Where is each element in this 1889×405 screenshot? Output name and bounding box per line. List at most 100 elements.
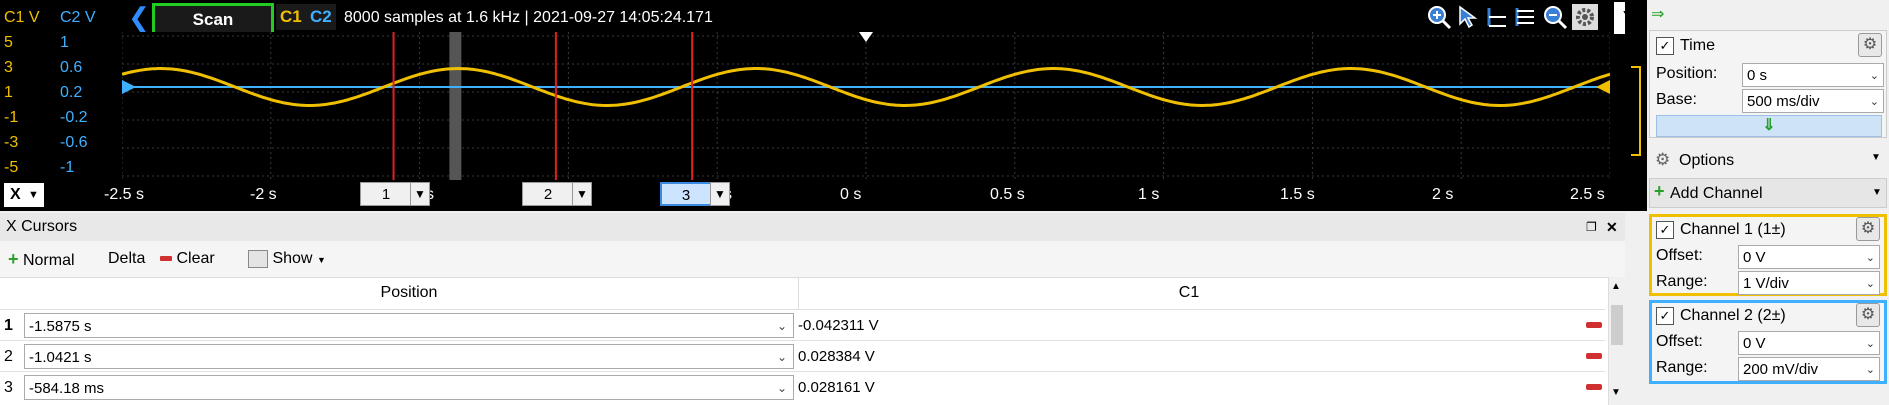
zoom-icon[interactable] [1426, 4, 1452, 30]
c2-axis-tick: -0.2 [60, 109, 88, 126]
add-channel-button[interactable]: + Add Channel ▼ [1649, 178, 1887, 208]
table-row: 2 -1.0421 s ⌄ 0.028384 V [0, 340, 1605, 372]
apply-down-arrow-icon[interactable]: ⇓ [1656, 115, 1882, 137]
minus-icon [160, 256, 172, 262]
chevron-down-icon: ⌄ [1869, 96, 1879, 108]
undock-icon[interactable]: ❐ [1586, 213, 1597, 241]
channel-2-section: ✓ Channel 2 (2±) ⚙ Offset: 0 V ⌄ Range: 2… [1649, 300, 1887, 384]
position-value: -584.18 ms [29, 380, 105, 397]
x-tick-label: -2.5 s [104, 186, 145, 203]
channel-1-checkbox[interactable]: ✓ [1656, 221, 1674, 239]
chevron-up-icon[interactable]: ▲ [1611, 281, 1621, 292]
chevron-down-icon[interactable]: ▼ [572, 182, 592, 206]
position-header[interactable]: Position [24, 277, 794, 309]
c2-axis-tick: 0.2 [60, 84, 83, 101]
channel-2-checkbox[interactable]: ✓ [1656, 307, 1674, 325]
chevron-down-icon[interactable]: ▼ [710, 182, 730, 206]
x-tick-label: 1 s [1138, 186, 1160, 203]
table-row: 3 -584.18 ms ⌄ 0.028161 V [0, 371, 1605, 403]
channel-1-title: Channel 1 (1±) [1680, 221, 1786, 238]
grid-icon[interactable] [1512, 4, 1538, 30]
c1-axis: C1 V 5 3 1 -1 -3 -5 [4, 5, 40, 180]
delta-button[interactable]: Delta [108, 241, 145, 277]
time-checkbox[interactable]: ✓ [1656, 37, 1674, 55]
x-tick-label: 2 s [1432, 186, 1454, 203]
scrollbar-thumb[interactable] [1611, 305, 1623, 345]
gear-icon[interactable]: ⚙ [1856, 303, 1880, 327]
time-base-value: 500 ms/div [1747, 93, 1820, 110]
clear-button[interactable]: Clear [160, 241, 215, 277]
c2-axis: C2 V 1 0.6 0.2 -0.2 -0.6 -1 [60, 5, 96, 180]
show-button[interactable]: Show ▼ [248, 241, 326, 278]
gear-icon[interactable]: ⚙ [1858, 33, 1882, 57]
range-label: Range: [1656, 359, 1708, 376]
chevron-down-icon[interactable]: ⌄ [777, 345, 787, 370]
channel-1-offset-select[interactable]: 0 V ⌄ [1738, 245, 1880, 269]
x-tick-label: 0.5 s [990, 186, 1025, 203]
show-label: Show [272, 250, 313, 267]
remove-cursor-button[interactable] [1586, 322, 1602, 328]
x-axis-button[interactable]: X ▼ [4, 183, 44, 207]
c1-value: 0.028161 V [798, 379, 875, 396]
c2-axis-tick: 0.6 [60, 59, 83, 76]
chevron-down-icon[interactable]: ⌄ [777, 314, 787, 339]
align-icon[interactable] [1484, 4, 1510, 30]
search-icon[interactable] [1542, 4, 1568, 30]
vertical-scrollbar[interactable]: ▲ ▼ [1608, 277, 1626, 405]
channel-1-range-value: 1 V/div [1743, 275, 1789, 292]
c1-tag[interactable]: C1 [276, 4, 306, 30]
options-row[interactable]: ⚙ Options ▼ [1649, 146, 1887, 176]
marker-band [449, 32, 462, 180]
time-position-select[interactable]: 0 s ⌄ [1742, 63, 1884, 87]
normal-button[interactable]: + Normal [8, 241, 75, 279]
c2-tag[interactable]: C2 [306, 4, 336, 30]
c2-axis-tick: 1 [60, 34, 69, 51]
range-label: Range: [1656, 273, 1708, 290]
cursor-1-selector[interactable]: 1 [360, 182, 412, 206]
chevron-down-icon: ⌄ [1869, 70, 1879, 82]
chevron-down-icon: ▼ [1872, 187, 1882, 198]
cursor-icon[interactable] [1456, 4, 1482, 30]
gear-icon: ⚙ [1655, 150, 1671, 169]
position-field[interactable]: -1.0421 s ⌄ [24, 344, 794, 369]
chevron-down-icon: ▼ [316, 255, 326, 265]
offset-label: Offset: [1656, 247, 1703, 264]
channel-2-range-select[interactable]: 200 mV/div ⌄ [1738, 357, 1880, 381]
offset-label: Offset: [1656, 333, 1703, 350]
c1-axis-title: C1 V [4, 9, 40, 26]
chevron-down-icon: ▼ [28, 189, 39, 201]
chevron-down-icon: ⌄ [1865, 252, 1875, 264]
position-field[interactable]: -584.18 ms ⌄ [24, 375, 794, 400]
position-field[interactable]: -1.5875 s ⌄ [24, 313, 794, 338]
chevron-down-icon[interactable]: ▼ [1611, 387, 1621, 398]
time-position-value: 0 s [1747, 67, 1768, 84]
gear-icon[interactable]: ⚙ [1856, 217, 1880, 241]
collapse-arrow-icon[interactable]: ⇒ [1651, 4, 1664, 24]
table-row: 1 -1.5875 s ⌄ -0.042311 V [0, 309, 1605, 341]
close-icon[interactable]: ✕ [1606, 213, 1618, 241]
remove-cursor-button[interactable] [1586, 353, 1602, 359]
chevron-down-icon: ⌄ [1865, 338, 1875, 350]
x-tick-label: -2 s [250, 186, 277, 203]
chevron-down-icon[interactable]: ▼ [410, 182, 430, 206]
clear-label: Clear [176, 250, 215, 267]
back-arrow-icon[interactable]: ❮ [128, 2, 150, 32]
remove-cursor-button[interactable] [1586, 384, 1602, 390]
cursor-2-selector[interactable]: 2 [522, 182, 574, 206]
time-section: ✓ Time ⚙ Position: 0 s ⌄ Base: 500 ms/div… [1649, 30, 1887, 138]
c1-axis-tick: -3 [4, 134, 19, 151]
x-axis-button-label: X [10, 186, 21, 203]
c1-header[interactable]: C1 [798, 277, 1579, 309]
time-base-select[interactable]: 500 ms/div ⌄ [1742, 89, 1884, 113]
chevron-down-icon[interactable]: ⌄ [777, 376, 787, 401]
chevron-down-icon: ⌄ [1865, 364, 1875, 376]
waveform-plot[interactable] [122, 32, 1610, 180]
channel-2-offset-select[interactable]: 0 V ⌄ [1738, 331, 1880, 355]
c2-axis-tick: -1 [60, 159, 75, 176]
x-axis: -2.5 s -2 s s s 0 s 0.5 s 1 s 1.5 s 2 s … [0, 180, 1625, 210]
plus-icon: + [8, 249, 19, 269]
trigger-time-marker [859, 32, 873, 42]
cursor-3-selector[interactable]: 3 [660, 182, 712, 206]
settings-icon[interactable] [1572, 4, 1598, 30]
channel-1-range-select[interactable]: 1 V/div ⌄ [1738, 271, 1880, 295]
